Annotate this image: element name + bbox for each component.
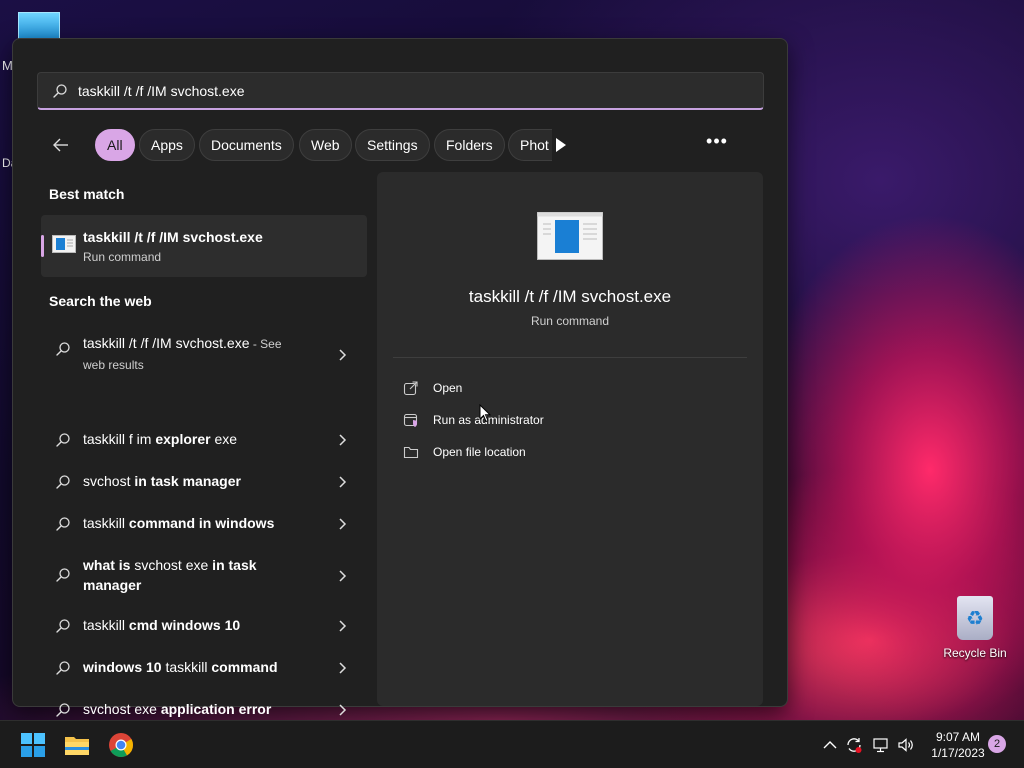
- web-result-item[interactable]: taskkill command in windows: [41, 513, 367, 535]
- taskbar: 9:07 AM 1/17/2023 2: [0, 720, 1024, 768]
- search-icon: [53, 84, 67, 98]
- chevron-right-icon: [339, 704, 347, 716]
- sync-icon[interactable]: [845, 736, 863, 754]
- web-result-item[interactable]: taskkill cmd windows 10: [41, 615, 367, 637]
- search-icon: [56, 661, 70, 675]
- chevron-up-icon[interactable]: [821, 736, 839, 754]
- web-result-query: exe: [210, 431, 238, 447]
- chevron-right-icon: [339, 349, 347, 361]
- filter-bar: All Apps Documents Web Settings Folders …: [45, 129, 765, 161]
- open-file-location-action[interactable]: Open file location: [403, 441, 733, 465]
- filter-chip-documents[interactable]: Documents: [199, 129, 294, 161]
- web-result-suggestion: explorer: [155, 431, 211, 447]
- search-icon: [56, 433, 70, 447]
- search-web-heading: Search the web: [49, 293, 152, 309]
- open-action[interactable]: Open: [403, 377, 733, 401]
- web-result-query: taskkill /t /f /IM svchost.exe: [83, 335, 250, 351]
- windows-logo-icon: [21, 733, 45, 757]
- web-result-suggestion: windows 10: [83, 659, 166, 675]
- recycle-bin-label: Recycle Bin: [943, 646, 1007, 660]
- web-result-item[interactable]: taskkill f im explorer exe: [41, 429, 367, 451]
- divider: [393, 357, 747, 358]
- start-button[interactable]: [13, 729, 53, 761]
- chevron-right-icon: [339, 662, 347, 674]
- notification-badge[interactable]: 2: [988, 735, 1006, 753]
- folder-icon: [65, 737, 89, 755]
- web-result-item[interactable]: svchost in task manager: [41, 471, 367, 493]
- filter-chip-apps[interactable]: Apps: [139, 129, 195, 161]
- run-command-icon: [52, 235, 76, 253]
- open-file-location-label: Open file location: [433, 445, 526, 459]
- chrome-button[interactable]: [101, 729, 141, 761]
- best-match-heading: Best match: [49, 186, 125, 202]
- best-match-result[interactable]: taskkill /t /f /IM svchost.exe Run comma…: [41, 215, 367, 277]
- search-icon: [56, 342, 70, 356]
- file-explorer-button[interactable]: [57, 729, 97, 761]
- search-box[interactable]: [37, 72, 764, 110]
- web-result-query: svchost: [83, 473, 131, 489]
- search-input[interactable]: [78, 73, 738, 109]
- best-match-title: taskkill /t /f /IM svchost.exe: [83, 229, 263, 245]
- run-command-icon: [537, 212, 603, 260]
- preview-title: taskkill /t /f /IM svchost.exe: [468, 287, 672, 306]
- desktop-icon-this-pc[interactable]: [18, 12, 60, 40]
- recycle-bin[interactable]: Recycle Bin: [940, 596, 1010, 660]
- open-external-icon: [403, 381, 418, 396]
- filter-chip-all[interactable]: All: [95, 129, 135, 161]
- chevron-right-icon: [339, 620, 347, 632]
- chevron-right-icon: [339, 434, 347, 446]
- open-action-label: Open: [433, 381, 463, 395]
- preview-pane: taskkill /t /f /IM svchost.exe Run comma…: [377, 172, 763, 706]
- web-result-item[interactable]: taskkill /t /f /IM svchost.exe - See web…: [41, 333, 367, 377]
- web-result-query: taskkill f im: [83, 431, 156, 447]
- web-result-query: taskkill: [83, 617, 126, 633]
- web-result-query: svchost exe: [83, 701, 157, 717]
- recycle-bin-icon: [957, 596, 993, 640]
- search-icon: [56, 475, 70, 489]
- web-result-suggestion: cmd windows 10: [125, 617, 241, 633]
- web-result-item[interactable]: windows 10 taskkill command: [41, 657, 367, 679]
- preview-subtitle: Run command: [530, 314, 610, 328]
- filter-chip-photos[interactable]: Phot: [508, 129, 552, 161]
- clock-date: 1/17/2023: [931, 746, 985, 760]
- search-panel: All Apps Documents Web Settings Folders …: [12, 38, 788, 717]
- clock[interactable]: 9:07 AM 1/17/2023: [920, 729, 996, 761]
- web-result-query: svchost exe: [134, 557, 209, 573]
- web-result-suggestion: application error: [156, 701, 272, 717]
- chevron-right-icon: [339, 518, 347, 530]
- search-icon: [56, 619, 70, 633]
- run-as-admin-action[interactable]: Run as administrator: [403, 409, 733, 433]
- folder-icon: [403, 446, 419, 459]
- search-icon: [56, 568, 70, 582]
- web-result-query: taskkill: [83, 515, 126, 531]
- network-icon[interactable]: [872, 736, 890, 754]
- best-match-subtitle: Run command: [83, 250, 162, 264]
- selection-indicator: [41, 235, 44, 257]
- volume-icon[interactable]: [897, 736, 915, 754]
- chevron-right-icon: [339, 476, 347, 488]
- web-result-suggestion: in task manager: [130, 473, 241, 489]
- search-icon: [56, 517, 70, 531]
- web-result-suggestion: command in windows: [125, 515, 275, 531]
- clock-time: 9:07 AM: [935, 730, 981, 744]
- shield-admin-icon: [403, 413, 418, 427]
- filter-chip-settings[interactable]: Settings: [355, 129, 430, 161]
- web-result-item[interactable]: svchost exe application error: [41, 699, 367, 721]
- web-result-query: taskkill: [165, 659, 208, 675]
- web-result-item[interactable]: what is svchost exe in task manager: [41, 555, 367, 597]
- web-result-suggestion: command: [207, 659, 278, 675]
- search-icon: [56, 703, 70, 717]
- filter-chip-folders[interactable]: Folders: [434, 129, 505, 161]
- scroll-right-icon[interactable]: [554, 137, 568, 153]
- back-arrow-icon[interactable]: [51, 135, 71, 155]
- chrome-icon: [109, 733, 133, 758]
- web-result-suggestion: what is: [83, 557, 135, 573]
- chevron-right-icon: [339, 570, 347, 582]
- more-options-icon[interactable]: •••: [705, 132, 729, 157]
- mouse-cursor-icon: [479, 404, 491, 423]
- filter-chip-web[interactable]: Web: [299, 129, 352, 161]
